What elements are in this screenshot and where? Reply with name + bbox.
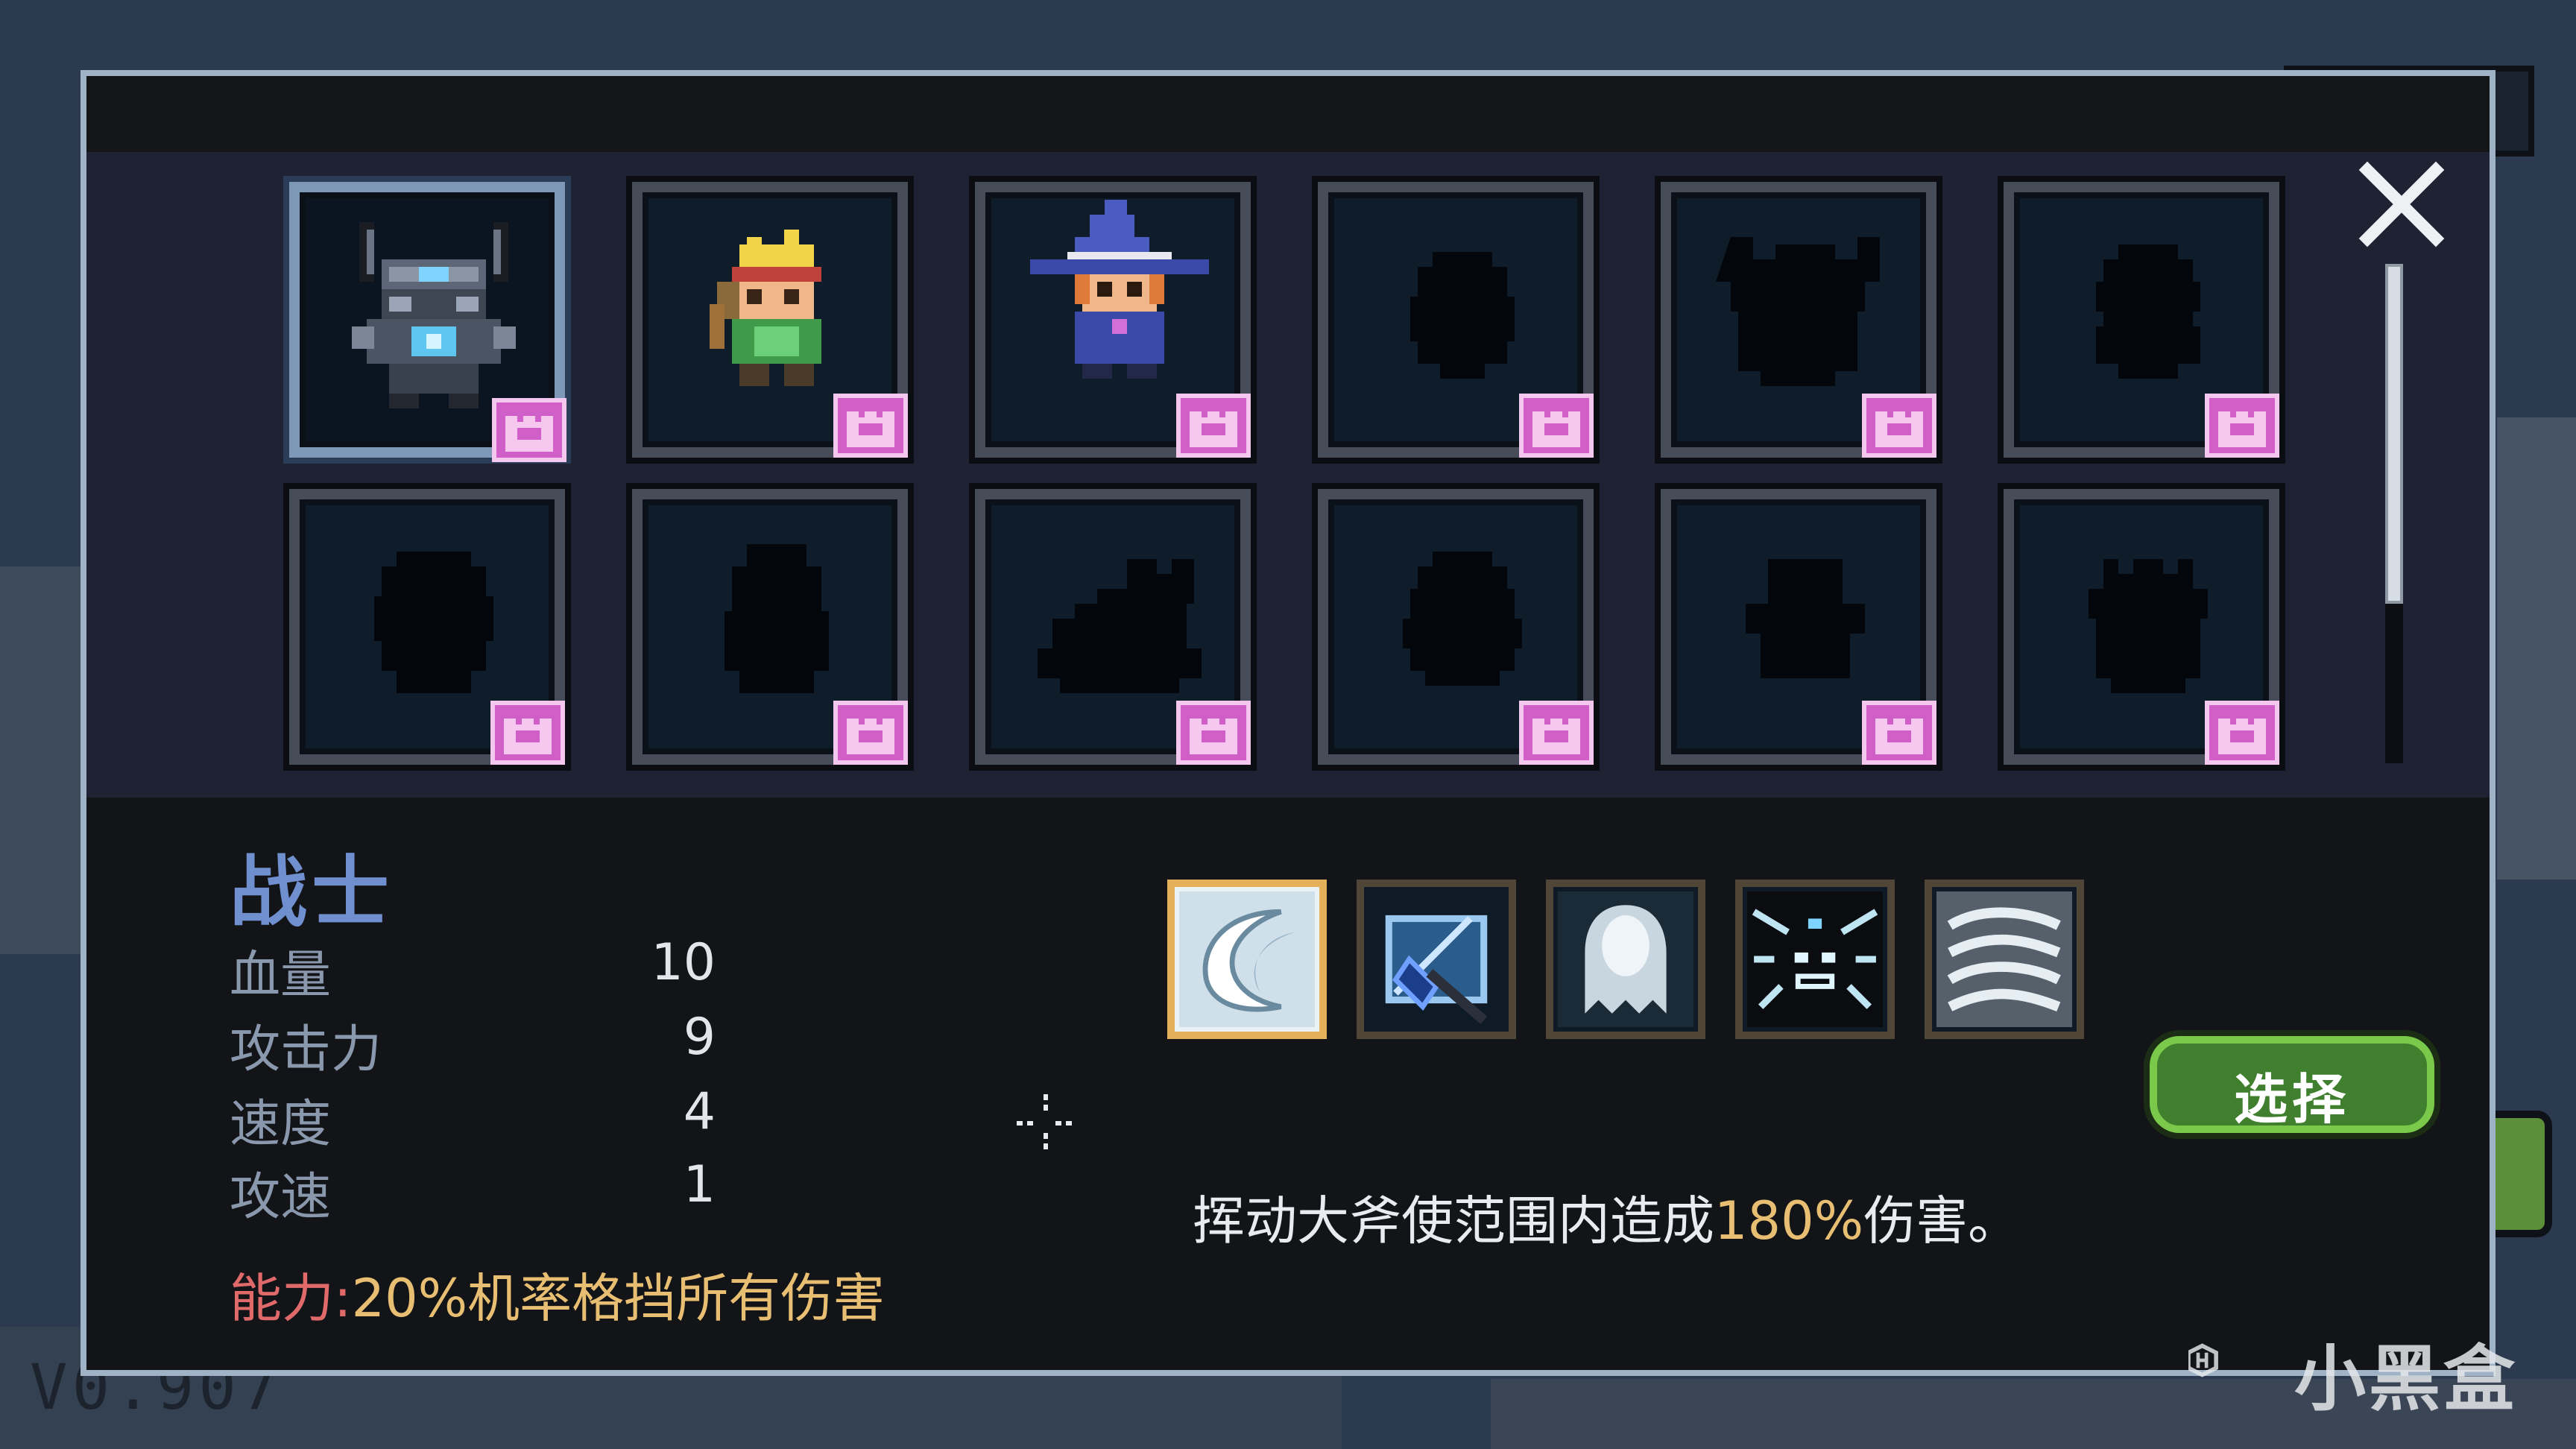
- character-slot-locked[interactable]: [289, 489, 565, 765]
- character-slot-locked[interactable]: [1318, 489, 1594, 765]
- crown-icon: [1190, 719, 1237, 754]
- stat-value-attack: 9: [683, 1008, 716, 1067]
- crosshair-cursor-icon: [1017, 1094, 1075, 1152]
- dialog-title-bar: [86, 76, 2490, 152]
- character-slot-warrior[interactable]: [289, 182, 566, 462]
- ability-line: 能力:20%机率格挡所有伤害: [230, 1257, 885, 1332]
- unlock-badge: [1176, 701, 1251, 765]
- stat-label-hp: 血量: [230, 946, 332, 1005]
- crown-icon: [847, 411, 894, 447]
- character-slot-locked[interactable]: [1661, 489, 1936, 765]
- background-ridge: [2497, 417, 2576, 880]
- crown-icon: [2218, 411, 2266, 447]
- skill-slot-3[interactable]: [1546, 880, 1705, 1039]
- skill-description-suffix: 伤害。: [1863, 1190, 2021, 1251]
- unlock-badge: [1519, 701, 1594, 765]
- crown-icon: [1190, 411, 1237, 447]
- unlock-badge: [2205, 394, 2279, 458]
- close-icon: [2358, 161, 2445, 247]
- ghost-icon: [1558, 891, 1693, 1027]
- stat-label-attack: 攻击力: [230, 1020, 382, 1079]
- crown-icon: [1532, 411, 1580, 447]
- scrollbar-thumb[interactable]: [2385, 264, 2403, 604]
- unlock-badge: [1176, 394, 1251, 458]
- unlock-badge: [1519, 394, 1594, 458]
- character-name: 战士: [230, 847, 394, 938]
- skill-slot-5[interactable]: [1925, 880, 2084, 1039]
- crown-icon: [1875, 411, 1923, 447]
- crown-icon: [505, 416, 553, 452]
- close-button[interactable]: [2351, 154, 2452, 255]
- unlock-badge: [1862, 394, 1936, 458]
- skill-description: 挥动大斧使范围内造成180%伤害。: [1193, 1179, 2020, 1254]
- warrior-portrait: [352, 222, 516, 408]
- stat-label-speed: 速度: [230, 1095, 332, 1154]
- unlock-badge: [490, 701, 565, 765]
- crown-icon: [847, 719, 894, 754]
- skill-description-text: 挥动大斧使范围内造成: [1193, 1190, 1714, 1251]
- watermark-text: 小黑盒: [2294, 1337, 2518, 1421]
- character-slot-ranger[interactable]: [632, 182, 908, 458]
- axe-throw-icon: [1368, 891, 1504, 1027]
- unlock-badge: [833, 394, 908, 458]
- crown-icon: [2218, 719, 2266, 754]
- stat-value-speed: 4: [683, 1082, 716, 1141]
- unlock-badge: [833, 701, 908, 765]
- character-slot-locked[interactable]: [975, 489, 1251, 765]
- background-cloud: [0, 566, 82, 954]
- beast-face-icon: [1747, 891, 1883, 1027]
- unlock-badge: [492, 398, 566, 462]
- crown-icon: [1875, 719, 1923, 754]
- character-slot-locked[interactable]: [2004, 182, 2279, 458]
- roster-scrollbar[interactable]: [2385, 264, 2403, 763]
- stat-value-hp: 10: [651, 933, 716, 992]
- crown-icon: [504, 719, 552, 754]
- ability-text: 20%机率格挡所有伤害: [351, 1268, 886, 1329]
- skill-damage-value: 180%: [1714, 1190, 1864, 1251]
- skill-slot-4[interactable]: [1735, 880, 1895, 1039]
- select-button[interactable]: 选择: [2150, 1036, 2434, 1133]
- unlock-badge: [2205, 701, 2279, 765]
- unlock-badge: [1862, 701, 1936, 765]
- skill-slot-2[interactable]: [1357, 880, 1516, 1039]
- stat-value-attack-speed: 1: [683, 1155, 716, 1214]
- watermark-logo-icon: [2188, 1343, 2218, 1377]
- character-slot-locked[interactable]: [1661, 182, 1936, 458]
- character-slot-wizard[interactable]: [975, 182, 1251, 458]
- crown-icon: [1532, 719, 1580, 754]
- character-slot-locked[interactable]: [2004, 489, 2279, 765]
- skill-slot-1[interactable]: [1167, 880, 1327, 1039]
- character-slot-locked[interactable]: [632, 489, 908, 765]
- ability-label: 能力:: [230, 1268, 352, 1329]
- select-button-label: 选择: [2233, 1068, 2350, 1131]
- stat-label-attack-speed: 攻速: [230, 1168, 332, 1227]
- crescent-slash-icon: [1179, 891, 1315, 1027]
- wizard-portrait: [1030, 200, 1209, 379]
- character-slot-locked[interactable]: [1318, 182, 1594, 458]
- whirlwind-icon: [1936, 891, 2072, 1027]
